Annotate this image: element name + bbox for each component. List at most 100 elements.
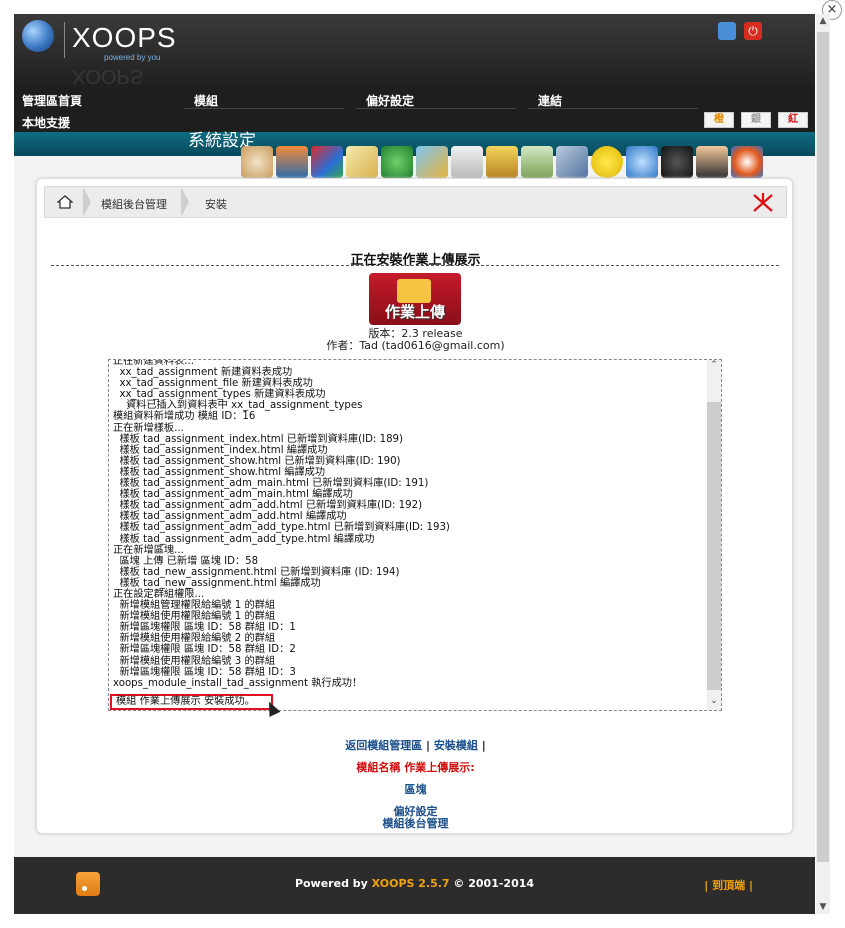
blocks-icon[interactable]	[311, 146, 343, 178]
install-success-message: 模組 作業上傳展示 安裝成功。	[110, 694, 273, 710]
install-log[interactable]: 正在新建資料表... xx_tad_assignment 新建資料表成功 xx_…	[108, 359, 722, 711]
log-scroll-down-icon[interactable]: ⌄	[707, 696, 721, 707]
log-line: 樣板 tad_assignment_adm_add.html 已新增到資料庫(I…	[113, 500, 423, 512]
log-line: 樣板 tad_assignment_show.html 已新增到資料庫(ID: …	[113, 455, 401, 467]
logo-text[interactable]: XOOPS	[72, 22, 177, 54]
theme-orange-button[interactable]: 橙	[704, 112, 734, 128]
header: XOOPS powered by you XOOPS ⏻	[14, 14, 815, 88]
back-to-modules-link[interactable]: 返回模組管理區	[345, 739, 422, 752]
log-line: xoops_module_install_tad_assignment 執行成功…	[113, 677, 363, 689]
modules-icon[interactable]	[521, 146, 553, 178]
preferences-icon[interactable]	[556, 146, 588, 178]
log-scrollbar[interactable]: ⌃ ⌄	[707, 360, 721, 710]
breadcrumb: 模組後台管理 安裝	[44, 186, 787, 218]
log-line: xx_tad_assignment 新建資料表成功	[113, 367, 293, 379]
admin-page: XOOPS powered by you XOOPS ⏻ 管理區首頁 模組 偏好…	[14, 14, 815, 914]
log-line: 樣板 tad_assignment_adm_main.html 編譯成功	[113, 489, 353, 501]
log-line: 模組資料新增成功 模組 ID：16	[113, 411, 256, 423]
xoops-version-link[interactable]: XOOPS 2.5.7	[372, 877, 450, 890]
footer: Powered by XOOPS 2.5.7 © 2001-2014 | 到頂端…	[14, 857, 815, 914]
theme-red-button[interactable]: 紅	[778, 112, 808, 128]
content-panel: 模組後台管理 安裝 正在安裝作業上傳展示 作業上傳 版本：2.3 release…	[36, 178, 793, 834]
scroll-down-icon[interactable]: ▼	[816, 900, 830, 914]
help-icon[interactable]	[731, 146, 763, 178]
groups-icon[interactable]	[381, 146, 413, 178]
log-line: 樣板 tad_new_assignment.html 已新增到資料庫 (ID: …	[113, 566, 400, 578]
log-line: 樣板 tad_assignment_adm_add_type.html 已新增到…	[113, 522, 450, 534]
log-line: 新增模組管理權限給編號 1 的群組	[113, 600, 276, 612]
log-line: 樣板 tad_assignment_adm_main.html 已新增到資料庫(…	[113, 478, 429, 490]
tplsets-icon[interactable]	[626, 146, 658, 178]
module-name-label: 模組名稱 作業上傳展示:	[356, 761, 475, 774]
nav-item-admin-home[interactable]: 管理區首頁	[22, 92, 82, 109]
powered-prefix: Powered by	[294, 877, 372, 890]
maintenance-icon[interactable]	[451, 146, 483, 178]
log-scroll-up-icon[interactable]: ⌃	[707, 360, 721, 371]
powered-by: Powered by XOOPS 2.5.7 © 2001-2014	[14, 877, 815, 890]
log-content: 正在新建資料表... xx_tad_assignment 新建資料表成功 xx_…	[113, 359, 703, 689]
log-line: xx_tad_assignment_types 新建資料表成功	[113, 389, 326, 401]
nav-item-preferences[interactable]: 偏好設定	[366, 92, 414, 109]
main-nav: 管理區首頁 模組 偏好設定 連結	[14, 88, 815, 112]
link-separator: |	[426, 739, 431, 752]
home-icon[interactable]	[718, 22, 736, 40]
log-line: 正在新建資料表...	[113, 359, 195, 367]
log-scrollbar-thumb[interactable]	[707, 402, 721, 690]
log-line: 樣板 tad_assignment_adm_add.html 編譯成功	[113, 511, 347, 523]
ranks-icon[interactable]	[661, 146, 693, 178]
page-scrollbar[interactable]: ▲ ▼	[816, 14, 830, 914]
subnav: 本地支援	[14, 112, 184, 132]
folder-icon	[397, 279, 431, 303]
avatar-icon[interactable]	[241, 146, 273, 178]
banner-icon[interactable]	[276, 146, 308, 178]
log-line: 樣板 tad_assignment_show.html 編譯成功	[113, 466, 326, 478]
images-icon[interactable]	[416, 146, 448, 178]
log-line: 新增模組使用權限給編號 3 的群組	[113, 655, 276, 667]
tools-icon[interactable]	[750, 191, 776, 215]
module-logo-label: 作業上傳	[384, 303, 445, 321]
module-logo: 作業上傳	[369, 273, 461, 325]
log-line: 樣板 tad_assignment_index.html 編譯成功	[113, 444, 328, 456]
divider	[51, 265, 779, 266]
log-line: 樣板 tad_new_assignment.html 編譯成功	[113, 577, 321, 589]
title-band	[14, 132, 815, 156]
log-line: 正在新增區塊...	[113, 544, 184, 556]
logo-tagline: powered by you	[104, 53, 161, 62]
log-line: 樣板 tad_assignment_index.html 已新增到資料庫(ID:…	[113, 433, 404, 445]
log-line: 正在新增樣板...	[113, 422, 184, 434]
logo-divider	[64, 22, 65, 58]
log-line: 新增區塊權限 區塊 ID：58 群組 ID：3	[113, 666, 296, 678]
log-line: xx_tad_assignment_file 新建資料表成功	[113, 378, 313, 390]
module-admin-link[interactable]: 模組後台管理	[37, 815, 794, 831]
copyright: © 2001-2014	[449, 877, 535, 890]
action-links: 返回模組管理區 | 安裝模組 |	[37, 737, 794, 753]
breadcrumb-item-module-admin[interactable]: 模組後台管理	[101, 196, 167, 212]
xoops-globe-icon	[22, 20, 54, 52]
blocks-link[interactable]: 區塊	[37, 781, 794, 797]
comments-icon[interactable]	[346, 146, 378, 178]
nav-item-links[interactable]: 連結	[538, 92, 562, 109]
users-icon[interactable]	[696, 146, 728, 178]
log-line: 資料已插入到資料表中 xx_tad_assignment_types	[113, 400, 363, 412]
log-line: 正在設定群組權限...	[113, 588, 205, 600]
theme-silver-button[interactable]: 銀	[741, 112, 771, 128]
breadcrumb-item-install: 安裝	[205, 198, 227, 211]
breadcrumb-home-icon[interactable]	[57, 195, 73, 209]
nav-item-modules[interactable]: 模組	[194, 92, 218, 109]
module-author: 作者：Tad (tad0616@gmail.com)	[326, 339, 505, 352]
log-line: 新增區塊權限 區塊 ID：58 群組 ID：1	[113, 622, 296, 634]
cleanup-icon[interactable]	[486, 146, 518, 178]
scrollbar-thumb[interactable]	[817, 32, 829, 862]
link-separator: |	[481, 739, 486, 752]
scroll-up-icon[interactable]: ▲	[816, 14, 830, 28]
log-line: 樣板 tad_assignment_adm_add_type.html 編譯成功	[113, 533, 375, 545]
install-module-link[interactable]: 安裝模組	[434, 739, 478, 752]
log-line: 區塊 上傳 已新增 區塊 ID：58	[113, 555, 259, 567]
back-to-top-link[interactable]: | 到頂端 |	[704, 877, 753, 893]
log-line: 新增模組使用權限給編號 1 的群組	[113, 611, 276, 623]
logo-reflection: XOOPS	[72, 65, 144, 87]
logout-icon[interactable]: ⏻	[744, 22, 762, 40]
smilies-icon[interactable]	[591, 146, 623, 178]
log-line: 新增模組使用權限給編號 2 的群組	[113, 633, 276, 645]
nav-item-local-support[interactable]: 本地支援	[22, 114, 70, 131]
